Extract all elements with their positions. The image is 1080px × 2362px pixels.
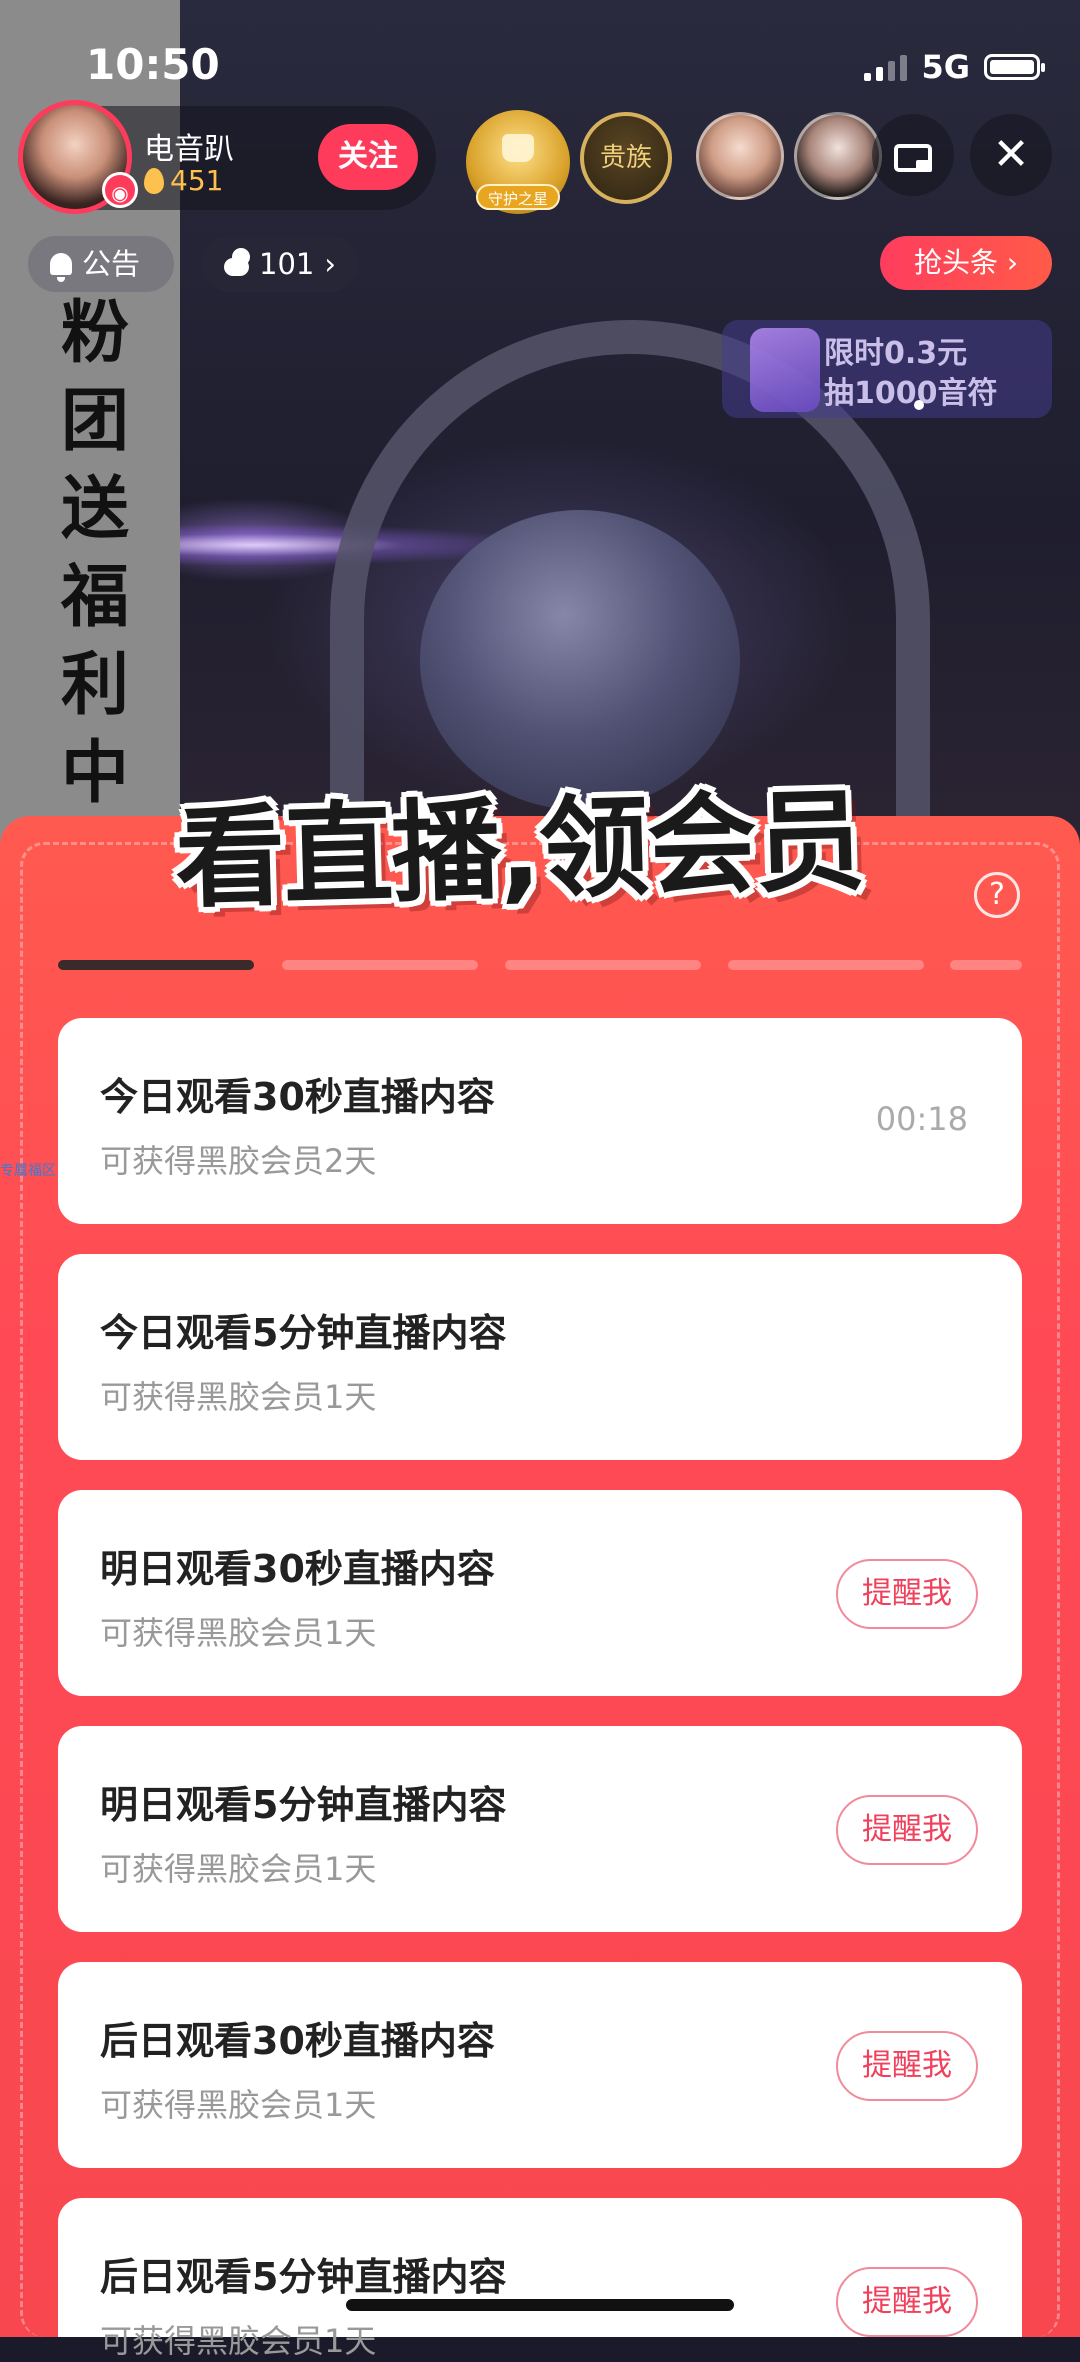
task-card: 今日观看5分钟直播内容 可获得黑胶会员1天	[58, 1254, 1022, 1460]
battery-icon	[984, 54, 1045, 80]
bell-icon	[50, 253, 72, 282]
viewer-avatar[interactable]	[794, 112, 882, 200]
promo-prize: 抽1000音符	[824, 376, 998, 411]
side-banner-char: 利	[60, 646, 129, 725]
follow-button[interactable]: 关注	[318, 124, 418, 190]
live-indicator-icon: ◉	[102, 172, 138, 208]
chevron-right-icon: ›	[324, 247, 336, 281]
remind-me-button[interactable]: 提醒我	[836, 1795, 978, 1865]
notice-chip[interactable]: 公告	[28, 236, 174, 292]
side-banner-char: 团	[60, 382, 129, 461]
task-card: 今日观看30秒直播内容 可获得黑胶会员2天 00:18	[58, 1018, 1022, 1224]
cloud-icon	[224, 248, 251, 276]
guard-star-label: 守护之星	[476, 184, 560, 210]
close-button[interactable]: ✕	[970, 114, 1052, 196]
sheet-title: 看直播,领会员	[173, 777, 865, 923]
task-card: 后日观看5分钟直播内容 可获得黑胶会员1天 提醒我	[58, 2198, 1022, 2360]
remind-me-button[interactable]: 提醒我	[836, 1559, 978, 1629]
viewer-count: 101	[259, 247, 315, 281]
minimize-window-button[interactable]	[872, 114, 954, 196]
task-title: 今日观看5分钟直播内容	[100, 1311, 507, 1355]
lottery-promo-card[interactable]: 限时0.3元 抽1000音符	[722, 320, 1052, 418]
task-title: 明日观看30秒直播内容	[100, 1547, 495, 1591]
viewer-count-chip[interactable]: 101 ›	[202, 236, 358, 292]
task-card: 后日观看30秒直播内容 可获得黑胶会员1天 提醒我	[58, 1962, 1022, 2168]
grab-headline-label: 抢头条	[913, 246, 998, 279]
task-card: 明日观看30秒直播内容 可获得黑胶会员1天 提醒我	[58, 1490, 1022, 1696]
side-banner-char: 福	[60, 558, 129, 637]
side-banner-char: 中	[60, 734, 129, 813]
noble-badge[interactable]: 贵族	[580, 112, 672, 204]
task-reward: 可获得黑胶会员2天	[100, 1142, 377, 1180]
gift-mascot-icon	[750, 328, 820, 412]
status-time: 10:50	[86, 40, 220, 89]
chevron-right-icon: ›	[1006, 246, 1019, 279]
network-type: 5G	[921, 48, 970, 86]
close-icon: ✕	[992, 129, 1030, 180]
home-indicator[interactable]	[346, 2299, 734, 2311]
side-tiny-label: 专属福区	[0, 1163, 56, 1179]
grab-headline-button[interactable]: 抢头条 ›	[880, 236, 1052, 290]
viewer-avatar[interactable]	[696, 112, 784, 200]
signal-icon	[864, 53, 908, 81]
sofa-icon	[502, 134, 534, 162]
picture-in-picture-icon	[894, 144, 932, 172]
side-banner-text: 粉 团 送 福 利 中	[30, 290, 160, 818]
task-title: 后日观看30秒直播内容	[100, 2019, 495, 2063]
task-title: 后日观看5分钟直播内容	[100, 2255, 507, 2299]
promo-price: 限时0.3元	[824, 336, 968, 371]
task-title: 明日观看5分钟直播内容	[100, 1783, 507, 1827]
guard-star-badge[interactable]: 守护之星	[466, 110, 570, 214]
question-icon[interactable]: ?	[974, 872, 1020, 918]
carousel-dot	[914, 400, 924, 410]
side-banner-char: 送	[60, 470, 129, 549]
task-timer: 00:18	[875, 1100, 968, 1138]
notice-label: 公告	[82, 247, 141, 281]
host-name[interactable]: 电音趴	[144, 124, 234, 168]
remind-me-button[interactable]: 提醒我	[836, 2267, 978, 2337]
host-heat: 451	[144, 164, 223, 197]
task-card: 明日观看5分钟直播内容 可获得黑胶会员1天 提醒我	[58, 1726, 1022, 1932]
side-banner-char: 粉	[60, 294, 129, 373]
task-reward: 可获得黑胶会员1天	[100, 2086, 377, 2124]
host-heat-value: 451	[170, 164, 224, 197]
task-reward: 可获得黑胶会员1天	[100, 2322, 377, 2360]
task-reward: 可获得黑胶会员1天	[100, 1850, 377, 1888]
task-reward: 可获得黑胶会员1天	[100, 1378, 377, 1416]
task-reward: 可获得黑胶会员1天	[100, 1614, 377, 1652]
remind-me-button[interactable]: 提醒我	[836, 2031, 978, 2101]
status-indicators: 5G	[864, 48, 1045, 86]
task-title: 今日观看30秒直播内容	[100, 1075, 495, 1119]
flame-icon	[144, 167, 164, 194]
